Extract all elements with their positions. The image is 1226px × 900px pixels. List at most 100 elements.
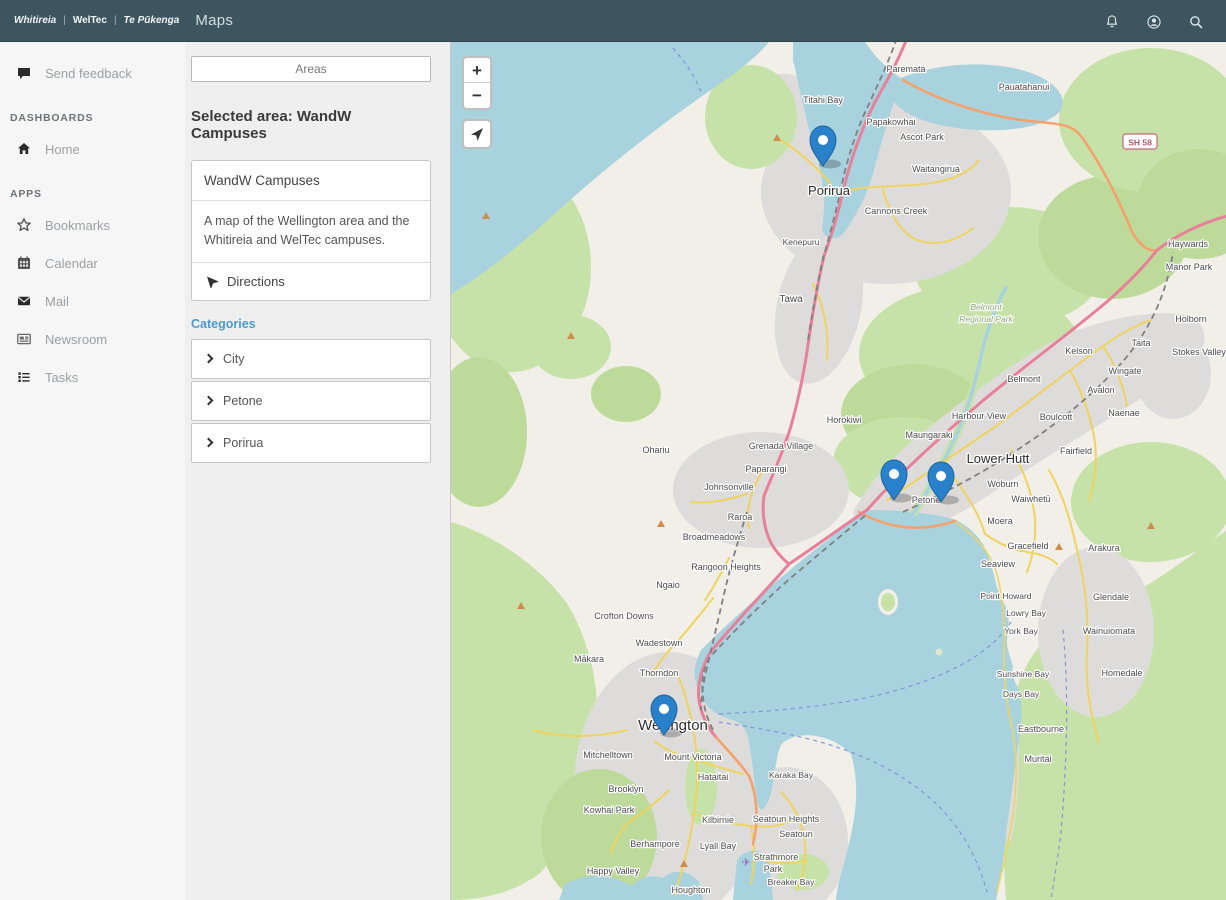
topbar-actions [1104, 13, 1226, 29]
map-label: Sunshine Bay [997, 669, 1050, 679]
map-label: Arakura [1088, 543, 1120, 553]
sidebar-item-tasks[interactable]: Tasks [0, 358, 185, 396]
directions-icon [204, 274, 218, 288]
map-label: Broadmeadows [683, 532, 746, 542]
shield-layer: SH 58 [1123, 134, 1157, 149]
logo-group[interactable]: Whitireia | WelTec | Te Pūkenga [0, 15, 179, 26]
sidebar-item-home[interactable]: Home [0, 130, 185, 168]
section-dashboards: DASHBOARDS [0, 92, 185, 130]
zoom-in-button[interactable]: + [464, 58, 490, 83]
highway-shield: SH 58 [1123, 134, 1157, 149]
map-label: Gracefield [1007, 541, 1048, 551]
account-button[interactable] [1146, 13, 1162, 29]
newsroom-icon [16, 331, 32, 347]
chevron-right-icon [204, 396, 214, 406]
chevron-right-icon [204, 438, 214, 448]
map-label: Wingate [1108, 366, 1141, 376]
send-feedback-label: Send feedback [45, 66, 132, 81]
map-label: Brooklyn [608, 784, 643, 794]
area-panel: Areas Selected area: WandW Campuses Wand… [185, 42, 450, 900]
map-label: Muritai [1024, 754, 1051, 764]
sidebar-item-label: Mail [45, 294, 69, 309]
map-label: Taita [1131, 338, 1150, 348]
category-label: Petone [223, 394, 263, 408]
sidebar-item-calendar[interactable]: Calendar [0, 244, 185, 282]
map-label: Eastbourne [1018, 724, 1064, 734]
map-label: York Bay [1004, 626, 1038, 636]
map-label: Wadestown [636, 638, 683, 648]
notifications-button[interactable] [1104, 13, 1120, 29]
category-item-petone[interactable]: Petone [191, 381, 431, 421]
map-label: Paremata [886, 64, 925, 74]
map-label: Woburn [987, 479, 1018, 489]
area-card-description: A map of the Wellington area and the Whi… [192, 200, 430, 262]
map-label: Horokiwi [827, 415, 862, 425]
areas-button[interactable]: Areas [191, 56, 431, 82]
map-label: Petone [912, 495, 941, 505]
locate-icon [469, 126, 485, 142]
map-label: Naenae [1108, 408, 1140, 418]
map-label: Cannons Creek [865, 206, 928, 216]
logo-separator: | [114, 15, 117, 26]
category-label: Porirua [223, 436, 263, 450]
locate-button[interactable] [462, 119, 492, 149]
map-label: Strathmore [754, 852, 799, 862]
directions-label: Directions [227, 274, 285, 289]
mail-icon [16, 293, 32, 309]
sidebar-item-mail[interactable]: Mail [0, 282, 185, 320]
map-label: Belmont [970, 302, 1002, 312]
bell-icon [1104, 13, 1120, 29]
home-icon [16, 141, 32, 157]
directions-button[interactable]: Directions [192, 262, 430, 300]
map-label: Paparangi [745, 464, 786, 474]
map-label: Grenada Village [749, 441, 813, 451]
map-label: Titahi Bay [803, 95, 843, 105]
map-label: Pauatahanui [999, 82, 1050, 92]
sidebar-item-label: Home [45, 142, 80, 157]
map-label: Homedale [1101, 668, 1142, 678]
category-item-city[interactable]: City [191, 339, 431, 379]
area-card-title: WandW Campuses [192, 161, 430, 200]
map-label: Fairfield [1060, 446, 1092, 456]
map-label: Ascot Park [900, 132, 944, 142]
page-title: Maps [195, 12, 233, 29]
map-label: Days Bay [1003, 689, 1040, 699]
categories-link[interactable]: Categories [191, 317, 431, 331]
map-label: Kilbirnie [702, 815, 734, 825]
send-feedback-button[interactable]: Send feedback [0, 54, 185, 92]
map-canvas[interactable]: ✈ SH 58 Paremata Pauatahanui Titahi Bay Pap… [451, 42, 1226, 900]
search-button[interactable] [1188, 13, 1204, 29]
map-label: Mount Victoria [664, 752, 721, 762]
map-label: Lyall Bay [700, 841, 737, 851]
map-label: Moera [987, 516, 1013, 526]
weltec-logo: WelTec [73, 15, 107, 26]
te-pukenga-logo: Te Pūkenga [124, 15, 180, 26]
sidebar-item-bookmarks[interactable]: Bookmarks [0, 206, 185, 244]
airport-icon: ✈ [741, 857, 750, 869]
map-label: Lowry Bay [1006, 608, 1046, 618]
section-apps: APPS [0, 168, 185, 206]
topbar: Whitireia | WelTec | Te Pūkenga Maps [0, 0, 1226, 42]
map-label: Mitchelltown [583, 750, 633, 760]
map-label: Hataitai [698, 772, 729, 782]
map-label: Stokes Valley [1172, 347, 1226, 357]
map-label: Park [764, 864, 783, 874]
sidebar-item-newsroom[interactable]: Newsroom [0, 320, 185, 358]
map-label: Seaview [981, 559, 1016, 569]
map-label: Crofton Downs [594, 611, 654, 621]
map-label: Mākara [574, 654, 604, 664]
category-item-porirua[interactable]: Porirua [191, 423, 431, 463]
map-label: Avalon [1087, 385, 1114, 395]
map-label: Lower Hutt [967, 451, 1030, 466]
map-label: Tawa [779, 294, 803, 305]
sidebar-item-label: Newsroom [45, 332, 107, 347]
map-label: Boulcott [1040, 412, 1073, 422]
map-label: Glendale [1093, 592, 1129, 602]
map-label: Porirua [808, 183, 851, 198]
map-label: Johnsonville [704, 482, 754, 492]
zoom-out-button[interactable]: − [464, 83, 490, 108]
map-label: Ohariu [642, 445, 669, 455]
map-label: Berhampore [630, 839, 680, 849]
bookmarks-icon [16, 217, 32, 233]
map-label: Papakowhai [866, 117, 915, 127]
